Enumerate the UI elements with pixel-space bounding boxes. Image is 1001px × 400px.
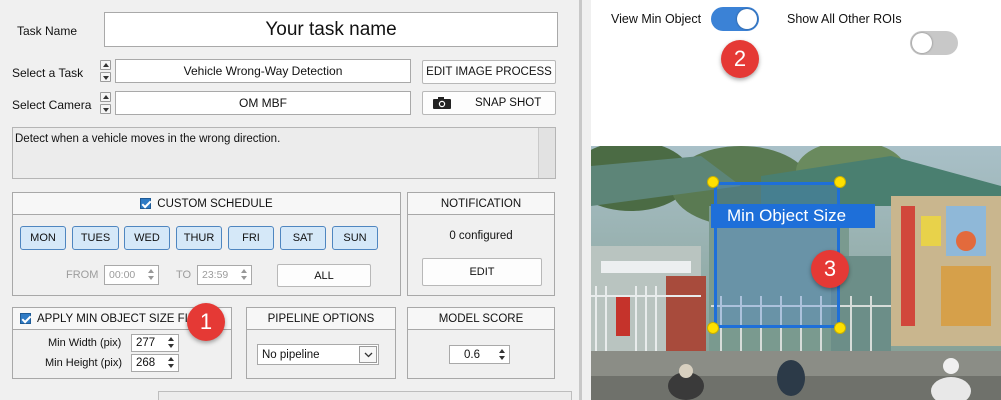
day-sun-button[interactable]: SUN xyxy=(332,226,378,250)
from-time-value: 00:00 xyxy=(109,269,136,281)
splitter-line xyxy=(579,0,582,400)
model-score-header: MODEL SCORE xyxy=(408,308,554,330)
day-thur-button[interactable]: THUR xyxy=(176,226,222,250)
callout-badge-2: 2 xyxy=(721,40,759,78)
pipeline-options-group: PIPELINE OPTIONS xyxy=(246,307,396,379)
min-width-spinner[interactable] xyxy=(164,335,178,351)
day-tues-button[interactable]: TUES xyxy=(72,226,119,250)
custom-schedule-checkbox[interactable] xyxy=(140,198,152,209)
min-height-value: 268 xyxy=(136,357,156,369)
select-camera-label: Select Camera xyxy=(12,98,92,112)
min-object-size-checkbox[interactable] xyxy=(20,313,31,324)
show-all-rois-toggle-knob xyxy=(912,33,932,53)
to-time-value: 23:59 xyxy=(202,269,229,281)
roi-handle-top-right[interactable] xyxy=(834,176,846,188)
model-score-group: MODEL SCORE xyxy=(407,307,555,379)
day-sat-button[interactable]: SAT xyxy=(280,226,326,250)
min-object-size-overlay-label: Min Object Size xyxy=(711,204,875,228)
model-score-input[interactable]: 0.6 xyxy=(449,345,510,364)
callout-badge-3: 3 xyxy=(811,250,849,288)
view-min-object-toggle-knob xyxy=(737,9,757,29)
min-height-spinner[interactable] xyxy=(164,355,178,371)
custom-schedule-header[interactable]: CUSTOM SCHEDULE xyxy=(13,193,400,215)
from-time-input[interactable]: 00:00 xyxy=(104,265,159,285)
notification-status: 0 configured xyxy=(449,230,513,242)
notification-header: NOTIFICATION xyxy=(408,193,554,215)
select-camera-prev-button[interactable] xyxy=(100,92,111,102)
camera-preview-image[interactable]: Min Object Size 3 xyxy=(591,146,1001,400)
description-scrollbar[interactable] xyxy=(538,128,555,178)
from-label: FROM xyxy=(66,269,99,281)
roi-handle-top-left[interactable] xyxy=(707,176,719,188)
min-height-label: Min Height (pix) xyxy=(45,357,123,369)
to-time-input[interactable]: 23:59 xyxy=(197,265,252,285)
show-all-rois-toggle[interactable] xyxy=(910,31,958,55)
pipeline-select-value: No pipeline xyxy=(262,348,320,361)
select-camera-spinner[interactable] xyxy=(100,92,111,114)
bottom-panel-edge xyxy=(158,391,572,400)
model-score-value: 0.6 xyxy=(464,348,480,361)
snapshot-label: SNAP SHOT xyxy=(475,97,542,109)
min-width-label: Min Width (pix) xyxy=(48,337,122,349)
snapshot-button[interactable]: SNAP SHOT xyxy=(422,91,556,115)
pipeline-options-header: PIPELINE OPTIONS xyxy=(247,308,395,330)
show-all-rois-label: Show All Other ROIs xyxy=(787,12,902,26)
view-min-object-toggle[interactable] xyxy=(711,7,759,31)
callout-badge-1: 1 xyxy=(187,303,225,341)
min-height-input[interactable]: 268 xyxy=(131,354,179,372)
model-score-spinner[interactable] xyxy=(495,347,509,363)
to-time-spinner[interactable] xyxy=(237,267,251,283)
chevron-down-icon[interactable] xyxy=(359,346,377,363)
day-wed-button[interactable]: WED xyxy=(124,226,170,250)
select-camera-field[interactable]: OM MBF xyxy=(115,91,411,115)
camera-icon xyxy=(433,97,451,109)
select-task-prev-button[interactable] xyxy=(100,60,111,70)
select-camera-next-button[interactable] xyxy=(100,104,111,114)
view-min-object-label: View Min Object xyxy=(611,12,702,26)
min-width-input[interactable]: 277 xyxy=(131,334,179,352)
roi-handle-bottom-left[interactable] xyxy=(707,322,719,334)
select-task-spinner[interactable] xyxy=(100,60,111,82)
task-name-input[interactable]: Your task name xyxy=(104,12,558,47)
select-task-field[interactable]: Vehicle Wrong-Way Detection xyxy=(115,59,411,83)
all-times-button[interactable]: ALL xyxy=(277,264,371,287)
task-description-textarea[interactable]: Detect when a vehicle moves in the wrong… xyxy=(12,127,556,179)
notification-edit-button[interactable]: EDIT xyxy=(422,258,542,286)
custom-schedule-title: CUSTOM SCHEDULE xyxy=(157,197,273,210)
task-name-label: Task Name xyxy=(17,24,78,38)
from-time-spinner[interactable] xyxy=(144,267,158,283)
task-description-text: Detect when a vehicle moves in the wrong… xyxy=(15,133,281,145)
roi-handle-bottom-right[interactable] xyxy=(834,322,846,334)
edit-image-process-button[interactable]: EDIT IMAGE PROCESS xyxy=(422,60,556,84)
select-task-next-button[interactable] xyxy=(100,72,111,82)
day-fri-button[interactable]: FRI xyxy=(228,226,274,250)
min-width-value: 277 xyxy=(136,337,156,349)
select-task-label: Select a Task xyxy=(12,66,84,80)
to-label: TO xyxy=(176,269,192,281)
min-object-size-title: APPLY MIN OBJECT SIZE FILT xyxy=(37,312,201,325)
day-mon-button[interactable]: MON xyxy=(20,226,66,250)
pipeline-select[interactable]: No pipeline xyxy=(257,344,379,365)
